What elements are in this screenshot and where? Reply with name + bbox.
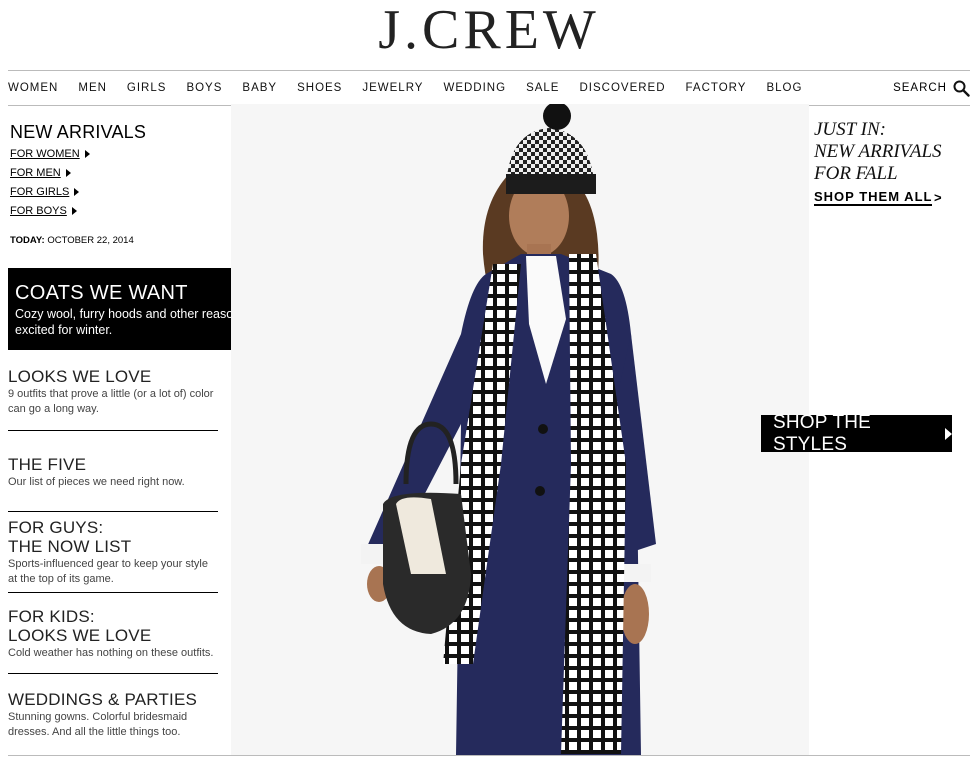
feature-desc: Cold weather has nothing on these outfit… — [8, 647, 214, 659]
shop-them-all-link[interactable]: SHOP THEM ALL — [814, 189, 933, 206]
just-in-line2: NEW ARRIVALS — [814, 141, 942, 162]
link-for-women[interactable]: FOR WOMEN — [10, 148, 90, 160]
feature-title: WEDDINGS & PARTIES — [8, 690, 198, 709]
arrow-right-icon — [74, 188, 80, 196]
nav-item-men[interactable]: MEN — [78, 82, 107, 94]
nav-item-blog[interactable]: BLOG — [766, 82, 802, 94]
just-in-line3: FOR FALL — [814, 163, 898, 184]
hero-image[interactable] — [231, 104, 809, 755]
divider — [8, 430, 218, 431]
divider — [8, 592, 218, 593]
link-for-men[interactable]: FOR MEN — [10, 167, 90, 179]
nav-item-factory[interactable]: FACTORY — [686, 82, 747, 94]
nav-item-jewelry[interactable]: JEWELRY — [362, 82, 423, 94]
coats-title: COATS WE WANT — [15, 282, 188, 304]
divider — [8, 673, 218, 674]
nav-item-baby[interactable]: BABY — [242, 82, 277, 94]
search-button[interactable]: SEARCH — [893, 71, 970, 105]
arrow-right-icon — [65, 169, 71, 177]
model-illustration — [361, 104, 656, 755]
feature-looks-we-love[interactable]: LOOKS WE LOVE 9 outfits that prove a lit… — [8, 367, 218, 417]
arrow-right-icon — [84, 150, 90, 158]
feature-title: LOOKS WE LOVE — [8, 367, 152, 386]
feature-title-line2: LOOKS WE LOVE — [8, 626, 152, 645]
arrow-right-icon — [945, 427, 952, 440]
shop-the-styles-button[interactable]: SHOP THE STYLES — [761, 412, 952, 455]
just-in-heading: JUST IN: NEW ARRIVALS FOR FALL — [814, 119, 942, 185]
link-label: FOR GIRLS — [10, 186, 70, 198]
feature-for-guys[interactable]: FOR GUYS: THE NOW LIST Sports-influenced… — [8, 518, 218, 587]
feature-title-line1: FOR GUYS: — [8, 518, 104, 537]
shop-the-styles-label: SHOP THE STYLES — [773, 411, 872, 455]
link-for-boys[interactable]: FOR BOYS — [10, 205, 90, 217]
nav-item-shoes[interactable]: SHOES — [297, 82, 342, 94]
search-icon — [953, 80, 970, 97]
feature-desc: 9 outfits that prove a little (or a lot … — [8, 388, 214, 415]
today-value: OCTOBER 22, 2014 — [47, 235, 134, 246]
nav-items: WOMEN MEN GIRLS BOYS BABY SHOES JEWELRY … — [8, 71, 822, 105]
feature-weddings-parties[interactable]: WEDDINGS & PARTIES Stunning gowns. Color… — [8, 690, 218, 740]
nav-item-boys[interactable]: BOYS — [186, 82, 222, 94]
feature-title-line2: THE NOW LIST — [8, 537, 132, 556]
feature-desc: Sports-influenced gear to keep your styl… — [8, 558, 208, 585]
nav-item-sale[interactable]: SALE — [526, 82, 559, 94]
feature-title: THE FIVE — [8, 455, 87, 474]
divider — [8, 511, 218, 512]
feature-desc: Our list of pieces we need right now. — [8, 476, 185, 488]
link-label: FOR WOMEN — [10, 148, 80, 160]
nav-item-girls[interactable]: GIRLS — [127, 82, 167, 94]
feature-desc: Stunning gowns. Colorful bridesmaid dres… — [8, 711, 188, 738]
search-label: SEARCH — [893, 82, 947, 94]
nav-item-women[interactable]: WOMEN — [8, 82, 58, 94]
shop-them-all-arrow-icon: > — [934, 190, 942, 205]
jcrew-logo[interactable]: J.CREW — [0, 2, 978, 58]
link-label: FOR BOYS — [10, 205, 67, 217]
new-arrivals-title: NEW ARRIVALS — [10, 122, 147, 142]
link-for-girls[interactable]: FOR GIRLS — [10, 186, 90, 198]
new-arrivals-links: FOR WOMEN FOR MEN FOR GIRLS FOR BOYS — [10, 148, 90, 224]
today-label: TODAY: — [10, 235, 45, 246]
today-date: TODAY: OCTOBER 22, 2014 — [10, 235, 134, 246]
footer-divider — [8, 755, 970, 756]
feature-the-five[interactable]: THE FIVE Our list of pieces we need righ… — [8, 455, 218, 490]
feature-for-kids[interactable]: FOR KIDS: LOOKS WE LOVE Cold weather has… — [8, 607, 218, 661]
nav-item-discovered[interactable]: DISCOVERED — [579, 82, 665, 94]
nav-item-wedding[interactable]: WEDDING — [443, 82, 506, 94]
feature-title-line1: FOR KIDS: — [8, 607, 95, 626]
arrow-right-icon — [71, 207, 77, 215]
link-label: FOR MEN — [10, 167, 61, 179]
just-in-line1: JUST IN: — [814, 119, 886, 140]
top-navigation: WOMEN MEN GIRLS BOYS BABY SHOES JEWELRY … — [8, 70, 970, 106]
